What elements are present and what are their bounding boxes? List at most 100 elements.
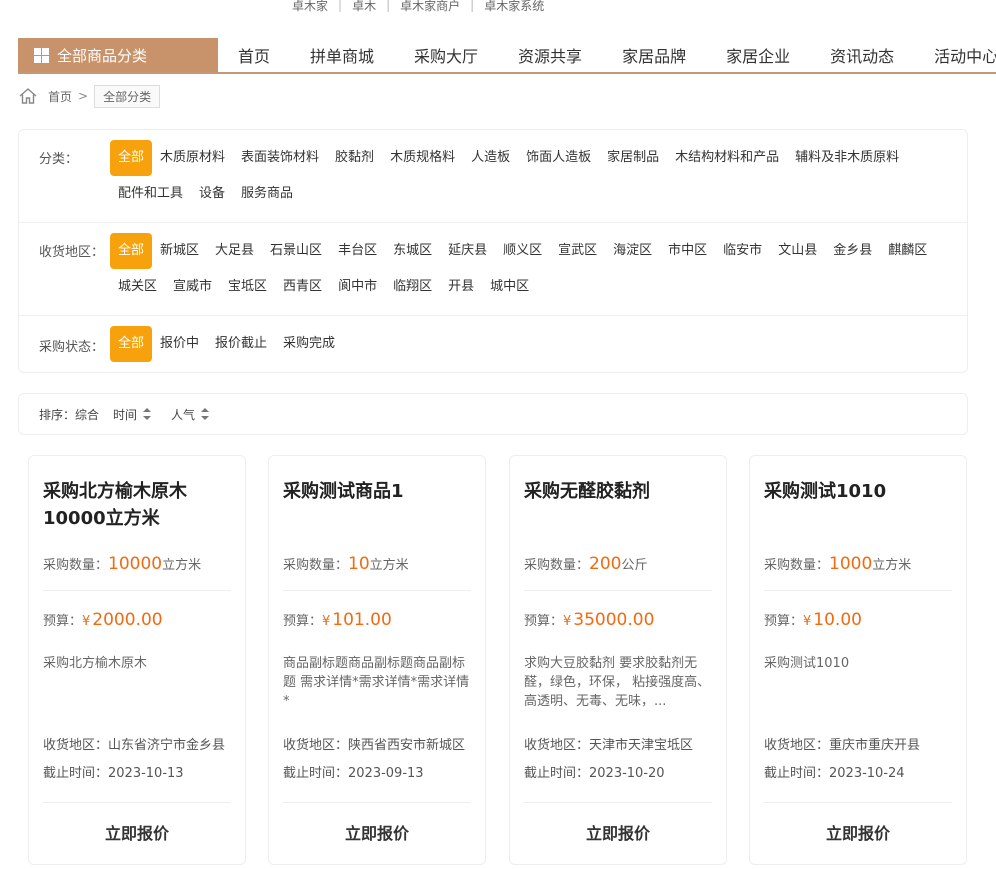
quote-button[interactable]: 立即报价 bbox=[29, 820, 245, 844]
divider bbox=[764, 590, 952, 591]
category-option[interactable]: 木质原材料 bbox=[152, 140, 233, 176]
sort-arrows-icon bbox=[201, 408, 210, 420]
currency-symbol: ¥ bbox=[803, 614, 812, 629]
card-title[interactable]: 采购测试商品1 bbox=[283, 478, 471, 505]
status-option[interactable]: 采购完成 bbox=[275, 326, 343, 362]
card-quantity: 采购数量： 1000 立方米 bbox=[764, 554, 952, 574]
region-option[interactable]: 新城区 bbox=[152, 233, 207, 269]
region-option[interactable]: 临翔区 bbox=[385, 269, 440, 305]
card-title[interactable]: 采购北方榆木原木10000立方米 bbox=[43, 478, 231, 532]
procurement-card: 采购北方榆木原木10000立方米 采购数量： 10000 立方米 预算： ¥2000.00… bbox=[28, 455, 246, 865]
category-option[interactable]: 设备 bbox=[191, 176, 233, 212]
sort-time-label: 时间 bbox=[113, 407, 138, 422]
address-label: 收货地区： bbox=[764, 738, 830, 753]
region-option[interactable]: 海淀区 bbox=[605, 233, 660, 269]
top-link[interactable]: 卓木 bbox=[352, 0, 376, 14]
region-option[interactable]: 城中区 bbox=[482, 269, 537, 305]
region-option[interactable]: 宣武区 bbox=[550, 233, 605, 269]
divider bbox=[764, 802, 952, 803]
breadcrumb-home[interactable]: 首页 bbox=[48, 88, 72, 105]
nav-item-news[interactable]: 资讯动态 bbox=[830, 43, 894, 67]
card-address: 收货地区：重庆市重庆开县 bbox=[764, 734, 952, 753]
card-deadline: 截止时间：2023-10-24 bbox=[764, 762, 952, 781]
status-options: 全部 报价中 报价截止 采购完成 bbox=[110, 326, 957, 362]
region-option[interactable]: 麒麟区 bbox=[880, 233, 935, 269]
deadline-label: 截止时间： bbox=[43, 766, 109, 781]
category-filter-label: 分类： bbox=[39, 152, 79, 167]
sort-by-time[interactable]: 时间 bbox=[113, 406, 152, 423]
category-option[interactable]: 木质规格料 bbox=[382, 140, 463, 176]
sort-by-popularity[interactable]: 人气 bbox=[171, 406, 210, 423]
quote-button[interactable]: 立即报价 bbox=[750, 820, 966, 844]
region-option[interactable]: 延庆县 bbox=[440, 233, 495, 269]
category-option[interactable]: 饰面人造板 bbox=[518, 140, 599, 176]
status-option[interactable]: 报价截止 bbox=[207, 326, 275, 362]
region-option[interactable]: 东城区 bbox=[385, 233, 440, 269]
category-option[interactable]: 人造板 bbox=[463, 140, 518, 176]
divider bbox=[283, 802, 471, 803]
region-option[interactable]: 城关区 bbox=[110, 269, 165, 305]
quantity-unit: 公斤 bbox=[621, 558, 648, 573]
procurement-card: 采购测试1010 采购数量： 1000 立方米 预算： ¥10.00 采购测试1010 收货地… bbox=[749, 455, 967, 865]
card-title[interactable]: 采购无醛胶黏剂 bbox=[524, 478, 712, 505]
category-option[interactable]: 木结构材料和产品 bbox=[667, 140, 787, 176]
status-option[interactable]: 全部 bbox=[110, 326, 153, 362]
region-option[interactable]: 阆中市 bbox=[330, 269, 385, 305]
category-option[interactable]: 服务商品 bbox=[233, 176, 301, 212]
category-option[interactable]: 家居制品 bbox=[599, 140, 667, 176]
top-link[interactable]: 卓木家 bbox=[292, 0, 328, 14]
nav-item-group-buy[interactable]: 拼单商城 bbox=[310, 43, 374, 67]
region-option[interactable]: 丰台区 bbox=[330, 233, 385, 269]
region-option[interactable]: 宝坻区 bbox=[220, 269, 275, 305]
region-option[interactable]: 全部 bbox=[110, 233, 153, 269]
nav-item-home[interactable]: 首页 bbox=[238, 43, 270, 67]
region-option[interactable]: 顺义区 bbox=[495, 233, 550, 269]
quote-button[interactable]: 立即报价 bbox=[510, 820, 726, 844]
region-option[interactable]: 文山县 bbox=[770, 233, 825, 269]
region-filter-row: 收货地区： 全部 新城区 大足县 石景山区 丰台区 东城区 延庆县 顺义区 宣武区 海淀区 市中区临… bbox=[19, 223, 967, 316]
status-filter-row: 采购状态： 全部 报价中 报价截止 采购完成 bbox=[19, 316, 967, 372]
sort-label[interactable]: 排序：综合 bbox=[39, 406, 99, 423]
region-option[interactable]: 西青区 bbox=[275, 269, 330, 305]
quote-button[interactable]: 立即报价 bbox=[269, 820, 485, 844]
category-option[interactable]: 配件和工具 bbox=[110, 176, 191, 212]
region-option[interactable]: 临安市 bbox=[715, 233, 770, 269]
card-quantity: 采购数量： 200 公斤 bbox=[524, 554, 712, 574]
all-categories-button[interactable]: 全部商品分类 bbox=[18, 38, 218, 72]
nav-item-events[interactable]: 活动中心 bbox=[934, 43, 996, 67]
region-option[interactable]: 石景山区 bbox=[262, 233, 330, 269]
region-option[interactable]: 大足县 bbox=[207, 233, 262, 269]
procurement-card: 采购测试商品1 采购数量： 10 立方米 预算： ¥101.00 商品副标题商品副标题商品副… bbox=[268, 455, 486, 865]
region-option[interactable]: 宣威市 bbox=[165, 269, 220, 305]
nav-item-enterprises[interactable]: 家居企业 bbox=[726, 43, 790, 67]
status-option[interactable]: 报价中 bbox=[152, 326, 207, 362]
divider: | bbox=[338, 0, 343, 12]
card-budget: 预算： ¥2000.00 bbox=[43, 610, 231, 630]
address-value: 重庆市重庆开县 bbox=[829, 738, 921, 753]
card-address: 收货地区：天津市天津宝坻区 bbox=[524, 734, 712, 753]
category-option[interactable]: 胶黏剂 bbox=[327, 140, 382, 176]
deadline-label: 截止时间： bbox=[764, 766, 830, 781]
card-title[interactable]: 采购测试1010 bbox=[764, 478, 952, 505]
home-icon[interactable] bbox=[18, 86, 38, 106]
region-option[interactable]: 开县 bbox=[440, 269, 482, 305]
category-option[interactable]: 表面装饰材料 bbox=[233, 140, 327, 176]
currency-symbol: ¥ bbox=[322, 614, 331, 629]
category-option[interactable]: 辅料及非木质原料 bbox=[787, 140, 907, 176]
card-deadline: 截止时间：2023-10-13 bbox=[43, 762, 231, 781]
nav-item-brands[interactable]: 家居品牌 bbox=[622, 43, 686, 67]
nav-item-procurement[interactable]: 采购大厅 bbox=[414, 43, 478, 67]
category-option[interactable]: 全部 bbox=[110, 140, 153, 176]
all-categories-label: 全部商品分类 bbox=[57, 46, 148, 65]
divider bbox=[283, 590, 471, 591]
region-option[interactable]: 金乡县 bbox=[825, 233, 880, 269]
card-description: 商品副标题商品副标题商品副标题 需求详情*需求详情*需求详情* bbox=[283, 656, 470, 709]
nav-item-resources[interactable]: 资源共享 bbox=[518, 43, 582, 67]
top-link[interactable]: 卓木家系统 bbox=[484, 0, 544, 14]
region-option[interactable]: 市中区 bbox=[660, 233, 715, 269]
quantity-value: 200 bbox=[589, 554, 622, 574]
currency-symbol: ¥ bbox=[563, 614, 572, 629]
card-description: 采购北方榆木原木 bbox=[43, 656, 148, 671]
top-link[interactable]: 卓木家商户 bbox=[400, 0, 460, 14]
deadline-value: 2023-10-24 bbox=[829, 766, 905, 781]
